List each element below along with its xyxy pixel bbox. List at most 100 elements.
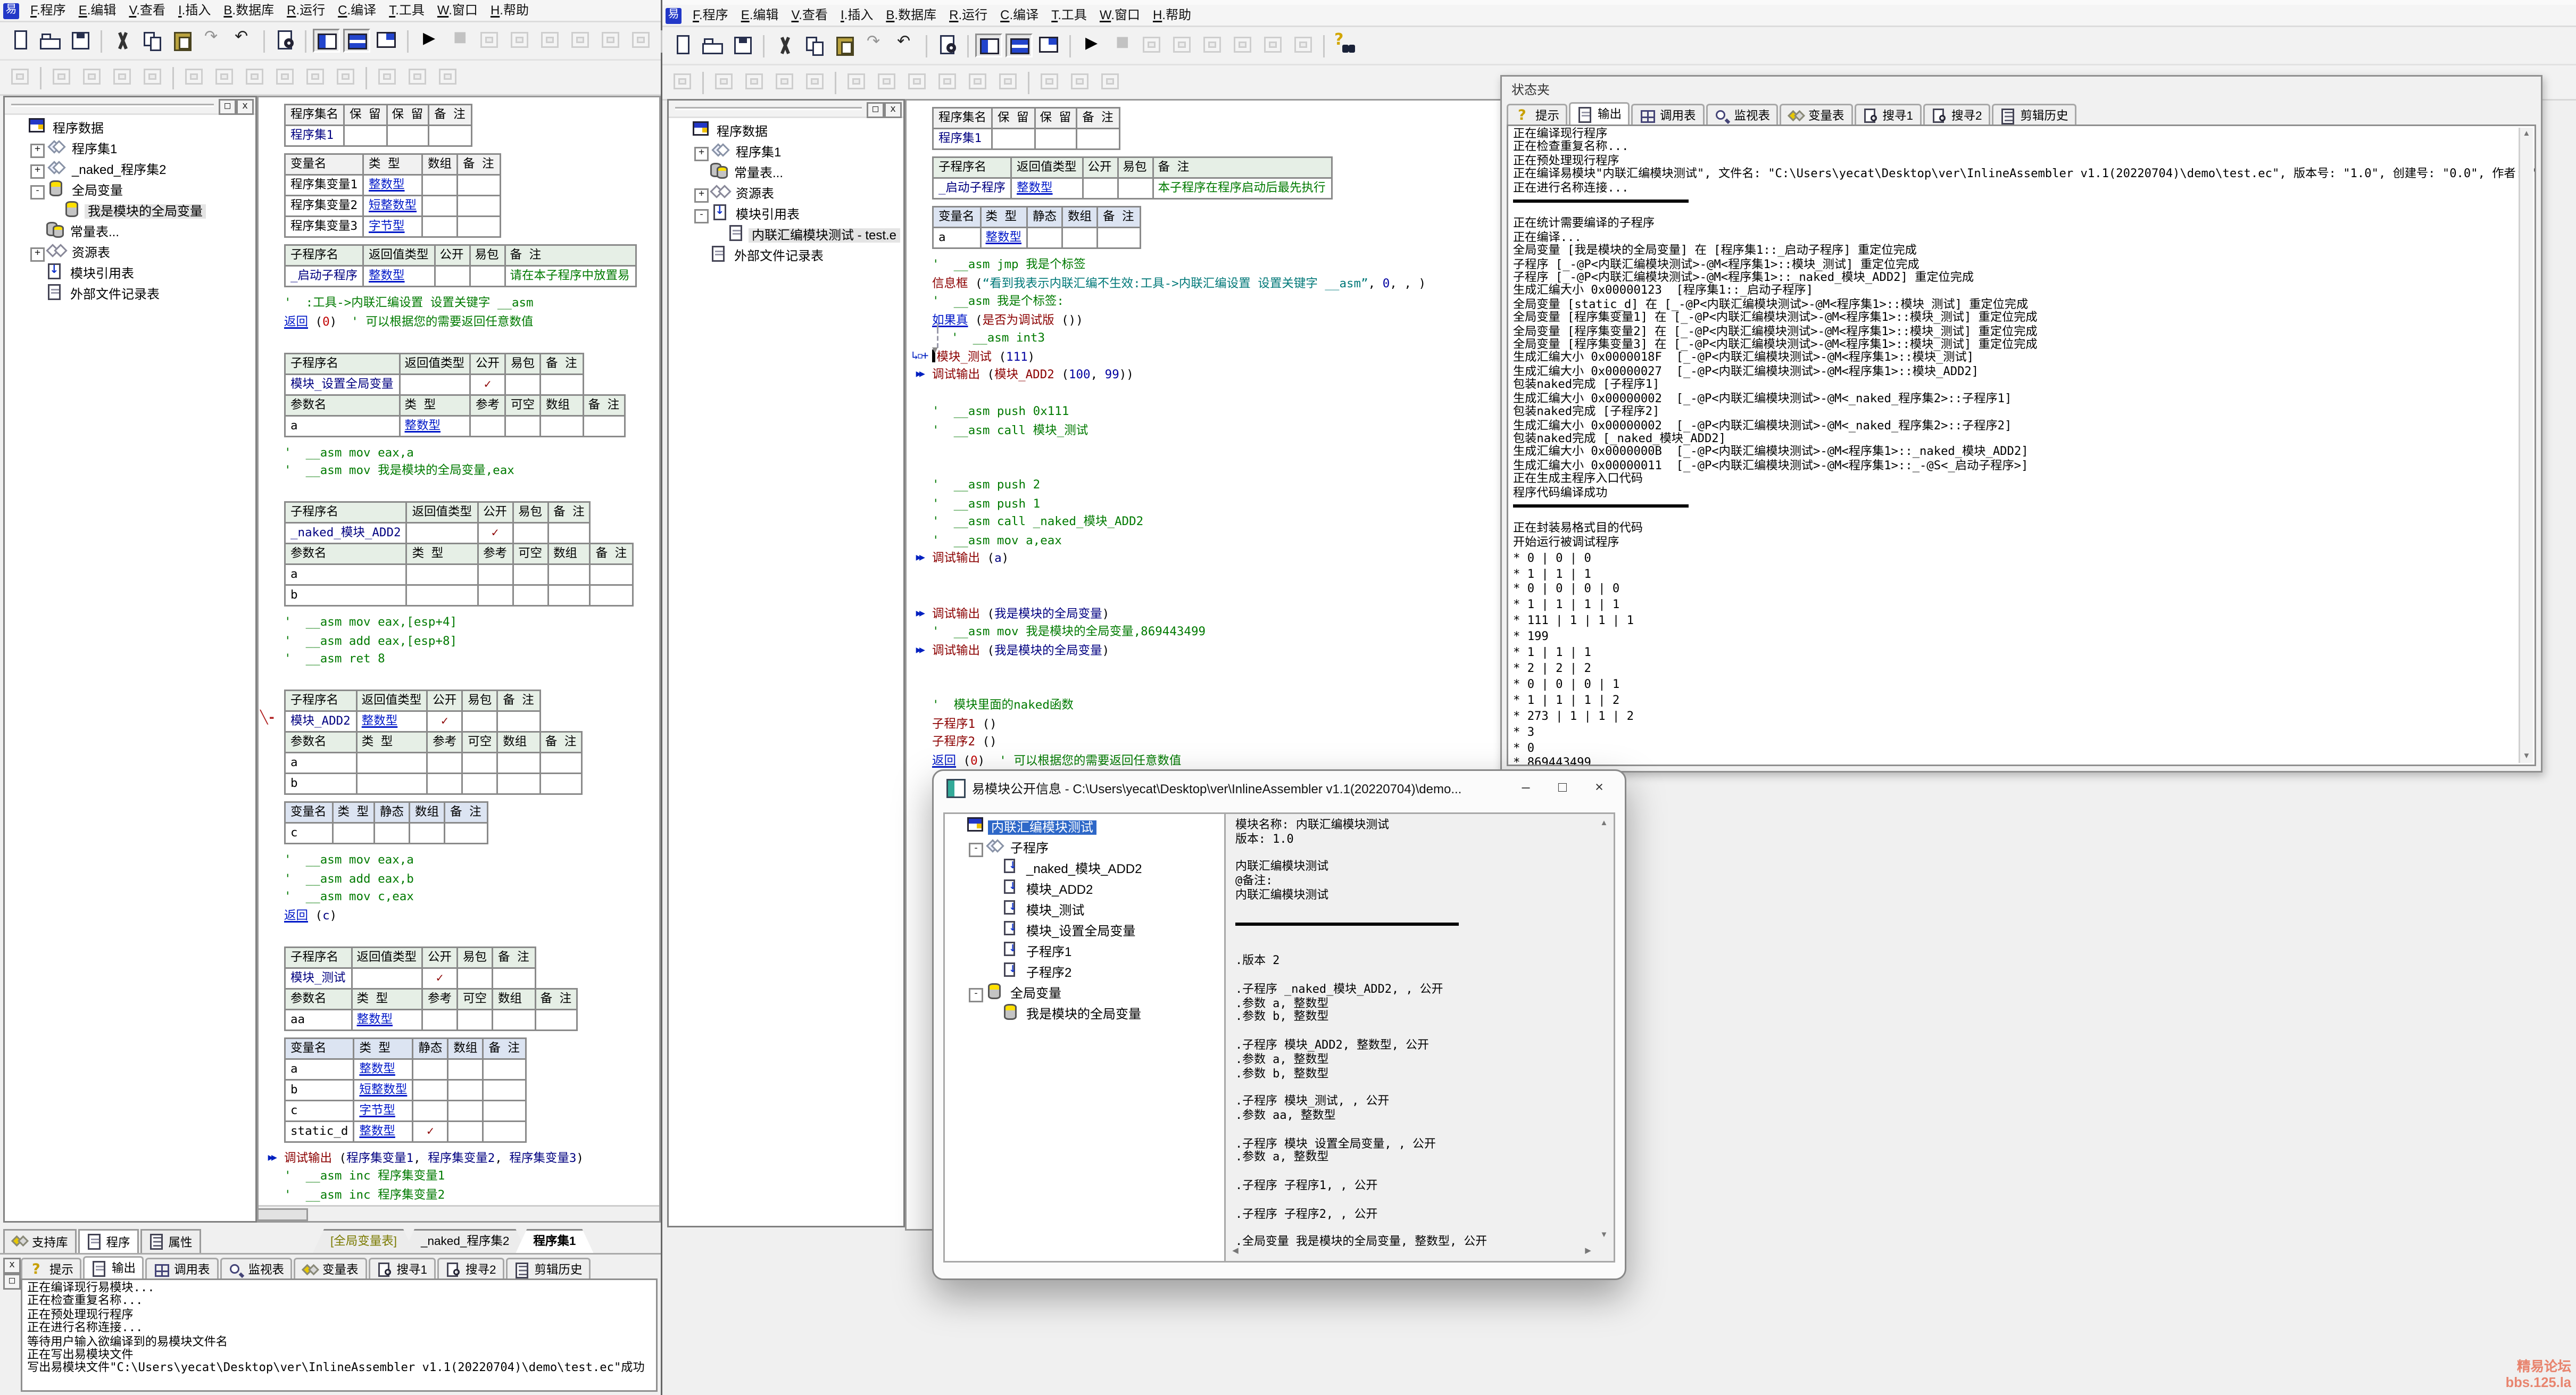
table-cell[interactable]: a — [285, 564, 407, 585]
toolbar-copy-icon[interactable] — [139, 29, 166, 53]
table-header-cell[interactable]: 类 型 — [351, 988, 422, 1009]
table-cell[interactable] — [497, 711, 540, 732]
toolbar-layout-grid-icon[interactable] — [373, 29, 401, 53]
table-header-cell[interactable]: 参考 — [427, 732, 462, 753]
table-cell[interactable]: 字节型 — [354, 1100, 413, 1120]
table-cell[interactable]: 整数型 — [354, 1120, 413, 1141]
code-line[interactable]: ' __asm call 模块_测试 — [932, 421, 1526, 439]
menu-item[interactable]: B.数据库 — [879, 8, 943, 22]
code-line[interactable]: ' 模块里面的naked函数 — [932, 696, 1526, 715]
table-cell[interactable] — [399, 373, 470, 394]
tab-监视表[interactable]: 监视表 — [220, 1258, 293, 1280]
table-cell[interactable] — [539, 774, 582, 794]
expand-icon[interactable]: + — [694, 188, 709, 203]
table-cell[interactable] — [410, 823, 445, 844]
toolbar-layout-grid-icon[interactable] — [1036, 34, 1063, 57]
code-line[interactable] — [932, 458, 1526, 476]
table-cell[interactable]: 程序集变量3 — [285, 217, 363, 237]
panel-header[interactable]: □ x — [5, 97, 255, 115]
table-cell[interactable] — [356, 753, 427, 774]
table-cell[interactable] — [458, 217, 500, 237]
menu-item[interactable]: R.运行 — [280, 3, 331, 18]
code-line[interactable]: ' __asm push 0x111 — [932, 402, 1526, 421]
menu-item[interactable]: W.窗口 — [1093, 8, 1146, 22]
table-cell[interactable] — [1034, 129, 1077, 150]
table-cell[interactable] — [427, 774, 462, 794]
table-header-cell[interactable]: 类 型 — [980, 207, 1027, 228]
maximize-button[interactable]: □ — [1550, 777, 1575, 800]
scroll-down-icon[interactable]: ▼ — [2520, 750, 2533, 763]
table-cell[interactable] — [406, 585, 478, 606]
table-cell[interactable] — [478, 585, 513, 606]
table-header-cell[interactable]: 备 注 — [548, 502, 591, 523]
tab-支持库[interactable]: 支持库 — [3, 1229, 76, 1253]
code-line[interactable]: ' __asm inc 程序集变量1 — [284, 1167, 659, 1185]
table-header-cell[interactable]: 程序集名 — [933, 108, 992, 129]
code-line[interactable]: 信息框 (“看到我表示内联汇编不生效:工具->内联汇编设置 设置关键字 __as… — [932, 274, 1526, 293]
table-cell[interactable] — [478, 564, 513, 585]
scroll-up-icon[interactable]: ▲ — [2520, 128, 2533, 140]
tab-搜寻2[interactable]: 搜寻2 — [437, 1258, 504, 1280]
toolbar-run-icon[interactable] — [415, 29, 442, 53]
table-cell[interactable]: 短整数型 — [354, 1079, 413, 1100]
collapse-icon[interactable]: - — [969, 843, 983, 857]
code-line[interactable]: 返回 (c) — [284, 906, 659, 925]
table-cell[interactable] — [493, 1009, 535, 1029]
table-cell[interactable] — [548, 585, 591, 606]
table-cell[interactable] — [406, 523, 478, 544]
tree-item[interactable]: 外部文件记录表 — [674, 246, 902, 267]
table-header-cell[interactable]: 参考 — [470, 394, 505, 415]
code-line[interactable]: ' __asm mov 我是模块的全局变量,869443499 — [932, 622, 1526, 641]
code-line[interactable] — [932, 678, 1526, 696]
code-line[interactable]: ↳▫+模块_测试 (111) — [932, 347, 1526, 366]
table-header-cell[interactable]: 数组 — [422, 154, 458, 175]
table-header-cell[interactable]: 变量名 — [933, 207, 980, 228]
table-header-cell[interactable]: 变量名 — [285, 802, 333, 823]
table-cell[interactable]: b — [285, 774, 356, 794]
table-cell[interactable]: _启动子程序 — [285, 266, 363, 287]
code-line[interactable]: ' __asm mov c,eax — [284, 887, 659, 906]
tree-item[interactable]: 模块_ADD2 — [948, 879, 1223, 900]
table-header-cell[interactable]: 保 留 — [386, 105, 429, 126]
tree-item[interactable]: 子程序1 — [948, 942, 1223, 962]
tree-item[interactable]: -子程序 — [948, 838, 1223, 859]
table-header-cell[interactable]: 返回值类型 — [363, 245, 435, 266]
table-header-cell[interactable]: 保 留 — [992, 108, 1035, 129]
table-cell[interactable] — [448, 1079, 483, 1100]
menu-item[interactable]: R.运行 — [943, 8, 994, 22]
minimize-button[interactable]: – — [1513, 777, 1539, 800]
toolbar-paste-icon[interactable] — [169, 29, 196, 53]
table-cell[interactable] — [497, 753, 540, 774]
code-line[interactable]: ▶▶调试输出 (程序集变量1, 程序集变量2, 程序集变量3) — [284, 1149, 659, 1167]
table-cell[interactable] — [445, 823, 487, 844]
toolbar-layout-left-icon[interactable] — [313, 29, 340, 53]
table-header-cell[interactable]: 公开 — [470, 353, 505, 373]
table-cell[interactable] — [332, 823, 375, 844]
code-line[interactable]: ' __asm inc 程序集变量2 — [284, 1185, 659, 1204]
table-cell[interactable] — [462, 774, 497, 794]
table-header-cell[interactable]: 备 注 — [541, 353, 583, 373]
table-cell[interactable] — [483, 1100, 526, 1120]
table-header-cell[interactable]: 备 注 — [583, 394, 625, 415]
table-cell[interactable] — [483, 1120, 526, 1141]
toolbar-layout-rows-icon[interactable] — [343, 29, 370, 53]
tab-搜寻1[interactable]: 搜寻1 — [1854, 104, 1922, 126]
toolbar-open-icon[interactable] — [699, 34, 726, 57]
table-header-cell[interactable]: 子程序名 — [285, 245, 363, 266]
table-header-cell[interactable]: 易包 — [458, 946, 493, 967]
table-cell[interactable] — [458, 175, 500, 196]
tab-变量表[interactable]: 变量表 — [1780, 104, 1852, 126]
tree-item[interactable]: -全局变量 — [10, 180, 254, 201]
tree-item[interactable]: 程序数据 — [674, 121, 902, 142]
table-cell[interactable] — [422, 196, 458, 217]
table-cell[interactable]: 模块_测试 — [285, 967, 352, 988]
code-line[interactable]: ' __asm call _naked_模块_ADD2 — [932, 512, 1526, 531]
table-cell[interactable] — [470, 415, 505, 436]
code-line[interactable]: ' __asm push 1 — [932, 494, 1526, 513]
table-cell[interactable]: 字节型 — [363, 217, 422, 237]
table-cell[interactable]: ✓ — [422, 967, 458, 988]
table-cell[interactable] — [413, 1058, 448, 1079]
code-line[interactable] — [932, 439, 1526, 458]
document-tab[interactable]: 程序集1 — [516, 1229, 593, 1253]
toolbar-new-icon[interactable] — [6, 29, 34, 53]
